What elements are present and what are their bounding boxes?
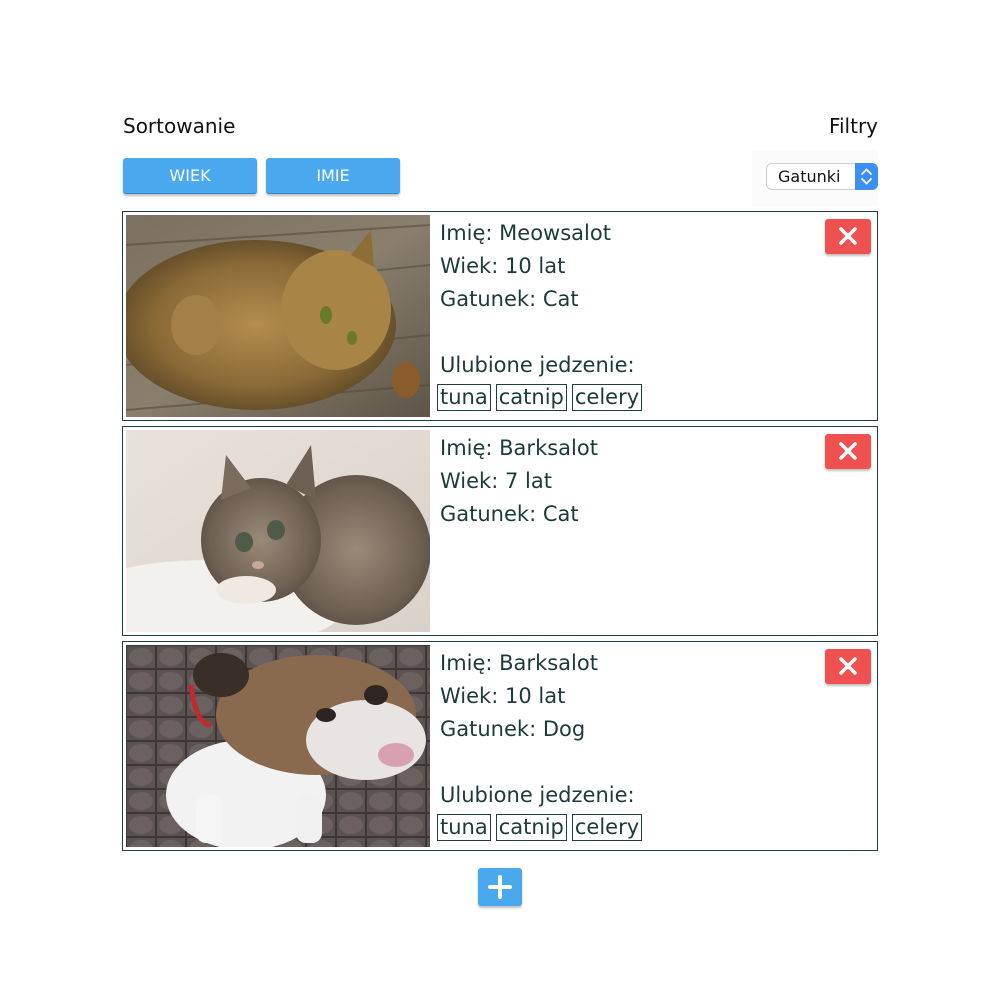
sort-by-age-button[interactable]: WIEK — [123, 158, 257, 194]
pet-name: Imię: Barksalot — [440, 436, 598, 460]
species-filter-select[interactable]: Gatunki — [766, 163, 878, 190]
pet-age: Wiek: 10 lat — [440, 254, 566, 278]
pet-card: Imię: Meowsalot Wiek: 10 lat Gatunek: Ca… — [122, 211, 878, 421]
up-down-chevron-icon — [855, 163, 878, 190]
pet-photo-bulldog — [126, 645, 430, 847]
food-tag: tuna — [437, 814, 491, 841]
food-tag: catnip — [495, 814, 567, 841]
close-x-icon — [839, 227, 857, 245]
food-tag: celery — [571, 384, 643, 411]
favorite-food-label: Ulubione jedzenie: — [440, 353, 635, 377]
pet-species: Gatunek: Cat — [440, 287, 579, 311]
filters-heading: Filtry — [828, 114, 878, 138]
pet-age: Wiek: 10 lat — [440, 684, 566, 708]
pet-name: Imię: Barksalot — [440, 651, 598, 675]
delete-pet-button[interactable] — [825, 434, 871, 469]
plus-icon — [488, 875, 512, 899]
favorite-food-tags: tuna catnip celery — [437, 384, 643, 411]
delete-pet-button[interactable] — [825, 649, 871, 684]
toolbar-headings: Sortowanie Filtry — [122, 114, 878, 142]
favorite-food-label: Ulubione jedzenie: — [440, 783, 635, 807]
sorting-heading: Sortowanie — [123, 114, 236, 138]
pet-species: Gatunek: Cat — [440, 502, 579, 526]
pet-name: Imię: Meowsalot — [440, 221, 611, 245]
add-pet-button[interactable] — [478, 868, 522, 906]
food-tag: celery — [571, 814, 643, 841]
delete-pet-button[interactable] — [825, 219, 871, 254]
pet-species: Gatunek: Dog — [440, 717, 586, 741]
pet-info: Imię: Barksalot Wiek: 7 lat Gatunek: Cat — [440, 432, 598, 531]
food-tag: tuna — [437, 384, 491, 411]
sort-by-name-button[interactable]: IMIE — [266, 158, 400, 194]
close-x-icon — [839, 442, 857, 460]
pet-photo-tabby-cat — [126, 215, 430, 417]
pet-photo-kitten — [126, 430, 430, 632]
species-filter-value: Gatunki — [778, 167, 841, 186]
food-tag: catnip — [495, 384, 567, 411]
pet-card: Imię: Barksalot Wiek: 10 lat Gatunek: Do… — [122, 641, 878, 851]
pet-card: Imię: Barksalot Wiek: 7 lat Gatunek: Cat — [122, 426, 878, 636]
close-x-icon — [839, 657, 857, 675]
pet-info: Imię: Barksalot Wiek: 10 lat Gatunek: Do… — [437, 647, 643, 841]
pet-age: Wiek: 7 lat — [440, 469, 552, 493]
pet-info: Imię: Meowsalot Wiek: 10 lat Gatunek: Ca… — [437, 217, 643, 411]
favorite-food-tags: tuna catnip celery — [437, 814, 643, 841]
